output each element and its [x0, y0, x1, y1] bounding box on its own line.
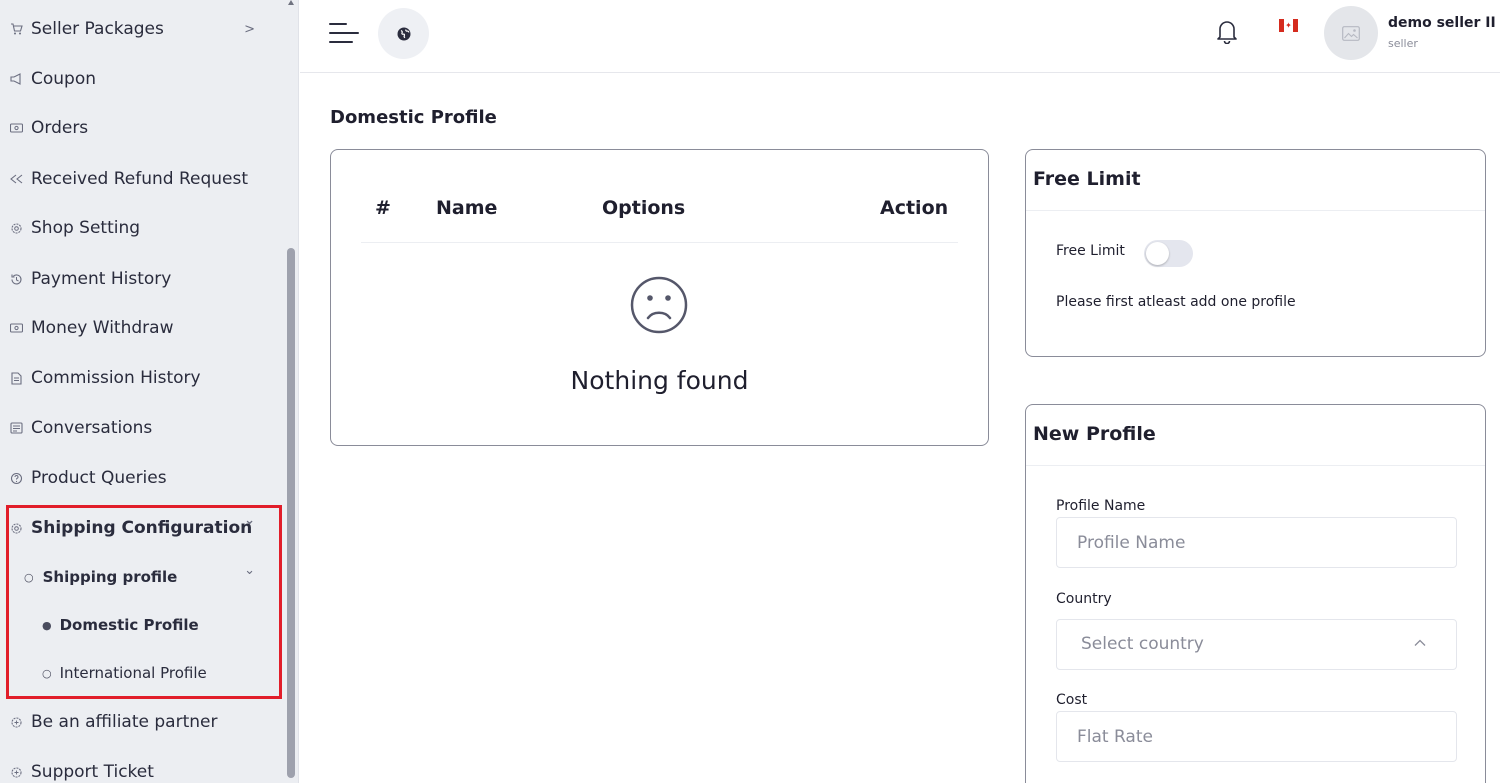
country-select[interactable]: Select country: [1056, 619, 1457, 670]
sidebar-item-commission-history[interactable]: Commission History: [0, 365, 285, 391]
sidebar-item-conversations[interactable]: Conversations: [0, 415, 285, 441]
chat-icon: [9, 421, 23, 435]
sidebar-item-received-refund-request[interactable]: Received Refund Request: [0, 166, 285, 192]
sidebar-item-label: Seller Packages: [31, 19, 164, 39]
question-icon: [9, 471, 23, 485]
sidebar-item-product-queries[interactable]: Product Queries: [0, 465, 285, 491]
table-header-options: Options: [602, 197, 686, 219]
sidebar-item-label: Product Queries: [31, 468, 167, 488]
chevron-up-icon: [1414, 635, 1426, 651]
new-profile-title: New Profile: [1033, 423, 1156, 445]
free-limit-label: Free Limit: [1056, 243, 1125, 259]
gear-icon: [9, 221, 23, 235]
card-divider: [1026, 210, 1485, 211]
topbar: ✦ demo seller II seller: [300, 0, 1500, 73]
scroll-up-arrow[interactable]: [288, 0, 294, 5]
sidebar-item-label: Money Withdraw: [31, 318, 174, 338]
free-limit-title: Free Limit: [1033, 168, 1141, 190]
sidebar: Seller Packages > Coupon Orders Received…: [0, 0, 299, 783]
money-icon: [9, 321, 23, 335]
user-name[interactable]: demo seller II: [1388, 15, 1496, 31]
empty-state-text: Nothing found: [570, 366, 749, 395]
sidebar-item-label: Coupon: [31, 69, 97, 89]
bell-icon[interactable]: [1216, 18, 1238, 45]
menu-toggle-icon[interactable]: [329, 21, 359, 45]
sidebar-item-seller-packages[interactable]: Seller Packages >: [0, 16, 285, 42]
free-limit-toggle[interactable]: [1144, 240, 1193, 267]
table-header-number: #: [375, 197, 391, 219]
history-icon: [9, 272, 23, 286]
sidebar-item-label: Conversations: [31, 418, 153, 438]
sidebar-item-label: Payment History: [31, 269, 172, 289]
money-icon: [9, 121, 23, 135]
sad-face-icon: [629, 275, 689, 335]
cart-icon: [9, 22, 23, 36]
rewind-icon: [9, 172, 23, 186]
sidebar-item-money-withdraw[interactable]: Money Withdraw: [0, 315, 285, 341]
table-header-action: Action: [880, 197, 949, 219]
sidebar-item-coupon[interactable]: Coupon: [0, 66, 285, 92]
sidebar-item-support-ticket[interactable]: Support Ticket: [0, 759, 285, 783]
profile-name-input[interactable]: [1056, 517, 1457, 568]
sidebar-item-affiliate-partner[interactable]: Be an affiliate partner: [0, 709, 285, 735]
free-limit-card: Free Limit Free Limit Please first atlea…: [1025, 149, 1486, 357]
country-select-value: Select country: [1081, 634, 1204, 654]
highlight-box: [6, 505, 282, 699]
sidebar-item-payment-history[interactable]: Payment History: [0, 266, 285, 292]
sidebar-item-label: Support Ticket: [31, 762, 154, 782]
document-icon: [9, 371, 23, 385]
avatar[interactable]: [1324, 6, 1378, 60]
sidebar-item-label: Commission History: [31, 368, 201, 388]
free-limit-note: Please first atleast add one profile: [1056, 294, 1296, 310]
sidebar-item-label: Orders: [31, 118, 89, 138]
card-divider: [1026, 465, 1485, 466]
country-label: Country: [1056, 591, 1112, 607]
sidebar-item-orders[interactable]: Orders: [0, 115, 285, 141]
sidebar-item-label: Be an affiliate partner: [31, 712, 218, 732]
chevron-right-icon: >: [244, 21, 255, 37]
sidebar-item-label: Received Refund Request: [31, 169, 249, 189]
page-title: Domestic Profile: [330, 107, 497, 128]
user-role: seller: [1388, 37, 1418, 50]
affiliate-icon: [9, 765, 23, 779]
profiles-table-card: # Name Options Action Nothing found: [330, 149, 989, 446]
cost-label: Cost: [1056, 692, 1088, 708]
canada-flag-icon[interactable]: ✦: [1279, 19, 1298, 32]
megaphone-icon: [9, 72, 23, 86]
table-divider: [361, 242, 958, 243]
new-profile-card: New Profile Profile Name Country Select …: [1025, 404, 1486, 783]
sidebar-item-shop-setting[interactable]: Shop Setting: [0, 215, 285, 241]
sidebar-scrollbar[interactable]: [287, 248, 295, 778]
table-header-name: Name: [436, 197, 498, 219]
sidebar-item-label: Shop Setting: [31, 218, 141, 238]
affiliate-icon: [9, 715, 23, 729]
cost-input[interactable]: [1056, 711, 1457, 762]
profile-name-label: Profile Name: [1056, 498, 1146, 514]
globe-icon[interactable]: [378, 8, 429, 59]
